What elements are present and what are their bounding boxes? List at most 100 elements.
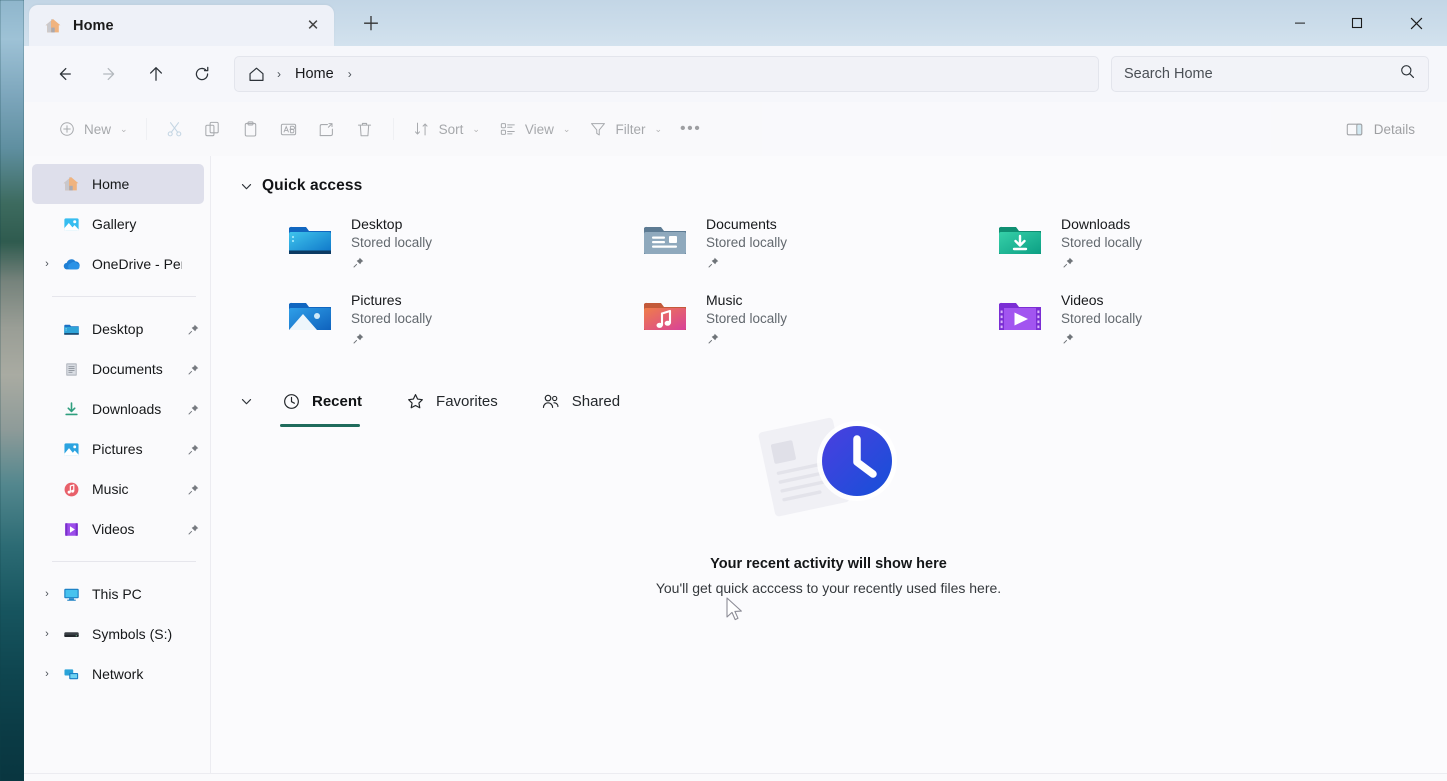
chevron-down-icon: ⌄ [563,124,571,135]
sidebar-item-gallery[interactable]: Gallery [32,204,204,244]
details-button-label: Details [1374,122,1415,137]
view-button[interactable]: View ⌄ [489,112,580,146]
quick-access-tile-pictures[interactable]: Pictures Stored locally [286,288,641,356]
tile-name: Pictures [351,291,432,309]
sidebar-item-label: Downloads [92,401,182,417]
minimize-button[interactable] [1271,0,1328,46]
file-explorer-window: Home ✕ ＋ [24,0,1447,781]
quick-access-tile-desktop[interactable]: Desktop Stored locally [286,212,641,280]
close-window-button[interactable] [1385,0,1447,46]
back-button[interactable] [44,56,84,92]
pin-icon[interactable] [351,331,432,351]
sidebar-item-home[interactable]: Home [32,164,204,204]
sidebar-item-videos[interactable]: Videos [32,509,204,549]
new-button-label: New [84,122,111,137]
rename-icon [279,119,299,139]
sidebar-item-desktop[interactable]: Desktop [32,309,204,349]
pin-icon[interactable] [1061,255,1142,275]
sidebar-item-label: Pictures [92,441,182,457]
overflow-menu-button[interactable]: ••• [671,112,710,146]
search-icon[interactable] [1399,63,1416,85]
pin-icon[interactable] [182,442,204,457]
quick-access-tile-music[interactable]: Music Stored locally [641,288,996,356]
pin-icon[interactable] [706,331,787,351]
ellipsis-icon: ••• [680,120,701,138]
empty-state-subtitle: You'll get quick acccess to your recentl… [656,580,1001,596]
pin-icon[interactable] [182,402,204,417]
pin-icon[interactable] [351,255,432,275]
expand-chevron-icon[interactable]: › [36,588,58,600]
breadcrumb-separator-2[interactable]: › [340,67,360,81]
command-separator-2 [393,118,394,140]
documents-folder-icon [641,216,689,264]
breadcrumb-item-home[interactable]: Home [291,64,338,84]
search-input[interactable] [1124,66,1399,82]
expand-chevron-icon[interactable]: › [36,668,58,680]
paste-button[interactable] [232,112,270,146]
pin-icon[interactable] [182,362,204,377]
refresh-button[interactable] [182,56,222,92]
share-button[interactable] [308,112,346,146]
quick-access-header[interactable]: Quick access [210,170,1447,202]
drive-icon [60,623,82,645]
sidebar-item-music[interactable]: Music [32,469,204,509]
forward-button[interactable] [90,56,130,92]
sidebar-item-symbols-drive[interactable]: › Symbols (S:) [32,614,204,654]
sidebar-item-label: This PC [92,586,182,602]
sidebar-item-downloads[interactable]: Downloads [32,389,204,429]
pin-icon[interactable] [1061,331,1142,351]
breadcrumb-separator-1: › [269,67,289,81]
tab-title: Home [73,18,300,34]
pin-icon[interactable] [182,522,204,537]
sidebar-item-label: Music [92,481,182,497]
quick-access-tile-videos[interactable]: Videos Stored locally [996,288,1351,356]
empty-state: Your recent activity will show here You'… [210,406,1447,596]
sidebar-item-network[interactable]: › Network [32,654,204,694]
tile-subtitle: Stored locally [706,309,787,329]
new-tab-button[interactable]: ＋ [354,9,388,39]
copy-button[interactable] [194,112,232,146]
music-folder-icon [641,292,689,340]
up-button[interactable] [136,56,176,92]
sidebar-item-label: OneDrive - Perso [92,256,182,272]
downloads-folder-icon [996,216,1044,264]
sort-icon [412,119,432,139]
chevron-down-icon[interactable] [230,170,262,202]
home-icon [43,16,63,36]
filter-button[interactable]: Filter ⌄ [579,112,671,146]
sidebar-item-documents[interactable]: Documents [32,349,204,389]
sort-button[interactable]: Sort ⌄ [403,112,489,146]
sidebar-item-onedrive[interactable]: › OneDrive - Perso [32,244,204,284]
tile-subtitle: Stored locally [1061,233,1142,253]
status-bar: 0 items [24,773,1447,781]
desktop-wallpaper [0,0,24,781]
sidebar-item-this-pc[interactable]: › This PC [32,574,204,614]
pin-icon[interactable] [706,255,787,275]
sidebar-divider-1 [52,296,196,297]
new-button[interactable]: New ⌄ [48,112,137,146]
close-tab-icon[interactable]: ✕ [300,13,326,39]
breadcrumb-home-icon[interactable] [245,63,267,85]
quick-access-tile-documents[interactable]: Documents Stored locally [641,212,996,280]
paste-icon [241,119,261,139]
breadcrumb[interactable]: › Home › [234,56,1099,92]
videos-folder-icon [60,518,82,540]
expand-chevron-icon[interactable]: › [36,258,58,270]
home-icon [60,173,82,195]
rename-button[interactable] [270,112,308,146]
view-icon [498,119,518,139]
details-pane-button[interactable]: Details [1335,112,1425,146]
delete-button[interactable] [346,112,384,146]
pin-icon[interactable] [182,482,204,497]
expand-chevron-icon[interactable]: › [36,628,58,640]
pin-icon[interactable] [182,322,204,337]
quick-access-tile-downloads[interactable]: Downloads Stored locally [996,212,1351,280]
search-box[interactable] [1111,56,1429,92]
maximize-button[interactable] [1328,0,1385,46]
cut-button[interactable] [156,112,194,146]
tab-home[interactable]: Home ✕ [29,5,334,46]
clock-illustration [744,406,914,528]
view-button-label: View [525,122,554,137]
sidebar-item-pictures[interactable]: Pictures [32,429,204,469]
videos-folder-icon [996,292,1044,340]
